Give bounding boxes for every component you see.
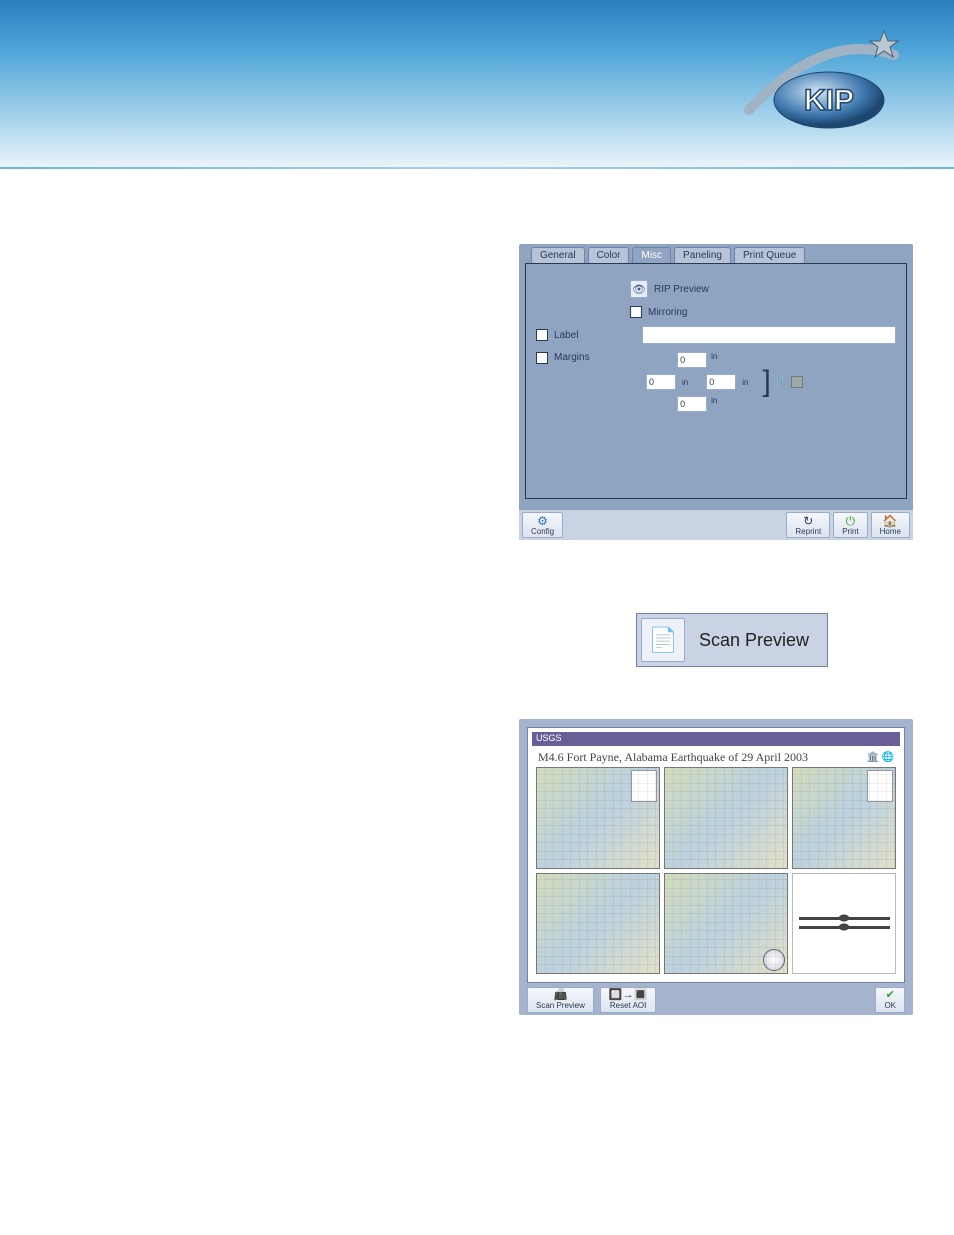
reload-icon: ↻ xyxy=(803,515,813,527)
state-map xyxy=(664,873,788,975)
tab-paneling[interactable]: Paneling xyxy=(674,247,731,263)
svg-text:KIP: KIP xyxy=(804,84,854,117)
epicenter-map xyxy=(536,767,660,869)
document-preview: USGS M4.6 Fort Payne, Alabama Earthquake… xyxy=(527,727,905,983)
preview-toolbar: 📠 Scan Preview 🔲→🔳 Reset AOI ✔ OK xyxy=(527,983,905,1013)
seismogram-panel xyxy=(792,873,896,975)
rip-preview-label: RIP Preview xyxy=(654,284,709,295)
rip-preview-icon: 👁 xyxy=(630,280,648,298)
usgs-banner: USGS xyxy=(532,732,900,746)
settings-tabs: General Color Misc Paneling Print Queue xyxy=(519,244,913,263)
margin-top-input[interactable]: 0 xyxy=(677,352,707,368)
scan-preview-toolbar-button[interactable]: 📠 Scan Preview xyxy=(527,987,594,1013)
kip-logo: KIP xyxy=(744,20,914,155)
ok-label: OK xyxy=(884,1001,896,1010)
reset-aoi-button[interactable]: 🔲→🔳 Reset AOI xyxy=(600,987,656,1013)
print-button[interactable]: ⏻ Print xyxy=(833,512,867,538)
tab-misc[interactable]: Misc xyxy=(632,247,671,263)
header-divider xyxy=(0,167,954,169)
bottom-toolbar: ⚙ Config ↻ Reprint ⏻ Print 🏠 Home xyxy=(519,510,913,540)
print-label: Print xyxy=(842,527,858,536)
home-icon: 🏠 xyxy=(883,515,898,527)
scanner-icon: 📠 xyxy=(554,990,568,1001)
globe-icon xyxy=(763,949,785,971)
config-label: Config xyxy=(531,527,554,536)
check-icon: ✔ xyxy=(886,990,895,1001)
misc-tab-screenshot: General Color Misc Paneling Print Queue … xyxy=(519,244,913,540)
scan-preview-button[interactable]: 📄 Scan Preview xyxy=(636,613,828,667)
margin-left-input[interactable]: 0 xyxy=(646,374,676,390)
margin-right-input[interactable]: 0 xyxy=(706,374,736,390)
power-icon: ⏻ xyxy=(846,515,856,527)
gear-icon: ⚙ xyxy=(537,515,548,527)
label-checkbox[interactable] xyxy=(536,329,548,341)
scan-preview-icon: 📄 xyxy=(641,618,685,662)
unit-label: in xyxy=(707,396,721,412)
home-label: Home xyxy=(880,527,901,536)
felt-reports-map xyxy=(536,873,660,975)
label-input[interactable] xyxy=(642,326,896,344)
scan-preview-screenshot: USGS M4.6 Fort Payne, Alabama Earthquake… xyxy=(519,719,913,1015)
tab-general[interactable]: General xyxy=(531,247,585,263)
regional-map xyxy=(664,767,788,869)
tab-print-queue[interactable]: Print Queue xyxy=(734,247,805,263)
crop-icon: 🔲→🔳 xyxy=(609,990,647,1001)
document-title: M4.6 Fort Payne, Alabama Earthquake of 2… xyxy=(538,750,808,765)
intensity-map xyxy=(792,767,896,869)
margins-label: Margins xyxy=(554,352,594,363)
mirroring-checkbox[interactable] xyxy=(630,306,642,318)
config-button[interactable]: ⚙ Config xyxy=(522,512,563,538)
margins-checkbox[interactable] xyxy=(536,352,548,364)
ok-button[interactable]: ✔ OK xyxy=(875,987,905,1013)
reset-aoi-label: Reset AOI xyxy=(610,1001,646,1010)
label-label: Label xyxy=(554,330,594,341)
unit-label: in xyxy=(707,352,721,368)
home-button[interactable]: 🏠 Home xyxy=(871,512,910,538)
margins-link-icon: ] xyxy=(762,373,770,391)
margin-bottom-input[interactable]: 0 xyxy=(677,396,707,412)
margin-color-swatch[interactable] xyxy=(791,376,803,388)
agency-seal-icon: 🏛️ 🌐 xyxy=(867,752,894,763)
scan-preview-label: Scan Preview xyxy=(699,630,809,651)
unit-label: in xyxy=(738,378,752,387)
reprint-label: Reprint xyxy=(795,527,821,536)
scan-preview-toolbar-label: Scan Preview xyxy=(536,1001,585,1010)
tab-color[interactable]: Color xyxy=(588,247,630,263)
reprint-button[interactable]: ↻ Reprint xyxy=(786,512,830,538)
misc-tab-body: 👁 RIP Preview Mirroring Label Margins 0 … xyxy=(525,263,907,499)
mirroring-label: Mirroring xyxy=(648,307,687,318)
unit-label: in xyxy=(678,378,692,387)
link-toggle-icon[interactable]: 🔗 xyxy=(773,377,785,388)
